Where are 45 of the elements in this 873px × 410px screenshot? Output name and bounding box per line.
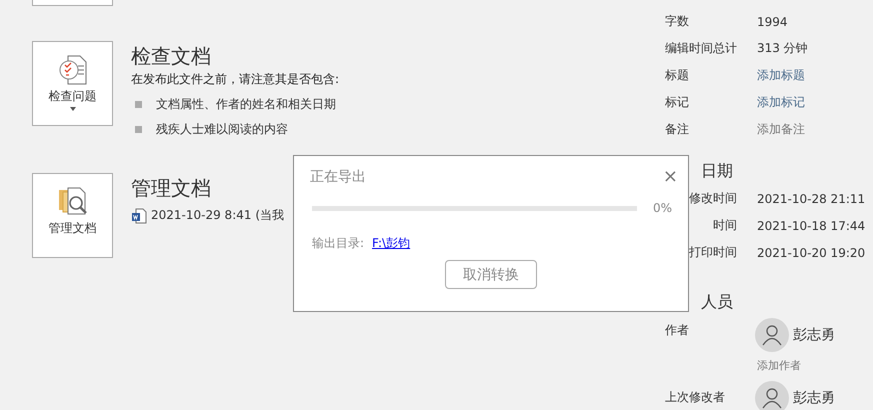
property-label: 备注 bbox=[665, 121, 689, 138]
property-label: 修改时间 bbox=[689, 190, 738, 207]
dialog-title: 正在导出 bbox=[310, 168, 366, 186]
checklist-icon bbox=[58, 54, 88, 86]
property-label: 上次修改者 bbox=[665, 389, 725, 406]
inspect-button[interactable]: 检查问题 bbox=[32, 41, 113, 126]
caret-icon bbox=[68, 106, 76, 112]
property-label: 编辑时间总计 bbox=[665, 40, 737, 57]
cancel-button[interactable]: 取消转换 bbox=[445, 260, 537, 289]
date-value: 2021-10-18 17:44 bbox=[757, 218, 866, 232]
section-heading: 日期 bbox=[701, 161, 733, 182]
bullet-icon bbox=[135, 101, 142, 108]
date-value: 2021-10-20 19:20 bbox=[757, 246, 866, 260]
date-value: 2021-10-28 21:11 bbox=[757, 192, 866, 206]
property-value: 1994 bbox=[757, 14, 789, 28]
property-value[interactable]: 添加标题 bbox=[757, 67, 873, 84]
bullet-text: 文档属性、作者的姓名和相关日期 bbox=[156, 96, 336, 113]
person-name: 彭志勇 bbox=[793, 326, 835, 344]
manage-button[interactable]: 管理文档 bbox=[32, 173, 113, 258]
avatar-icon bbox=[755, 318, 789, 352]
avatar-icon bbox=[755, 381, 789, 410]
version-text: 2021-10-29 8:41 (当我 bbox=[151, 207, 284, 224]
property-value[interactable]: 添加备注 bbox=[757, 121, 873, 138]
property-label: 标题 bbox=[665, 67, 689, 84]
word-document-icon bbox=[131, 208, 147, 224]
bullet-text: 残疾人士难以阅读的内容 bbox=[156, 121, 288, 138]
property-label: 标记 bbox=[665, 94, 689, 111]
option-button[interactable] bbox=[32, 0, 113, 6]
add-author-link[interactable]: 添加作者 bbox=[757, 358, 873, 373]
property-value[interactable]: 添加标记 bbox=[757, 94, 873, 111]
bullet-icon bbox=[135, 126, 142, 133]
output-path-link[interactable]: F:\彭钧 bbox=[372, 235, 410, 252]
section-heading: 人员 bbox=[701, 292, 733, 313]
description: 在发布此文件之前，请注意其是否包含: bbox=[131, 71, 340, 88]
property-value: 313 分钟 bbox=[757, 40, 809, 57]
section-title: 检查文档 bbox=[131, 43, 212, 69]
progress-percent: 0% bbox=[652, 201, 672, 215]
close-button[interactable]: × bbox=[662, 166, 678, 187]
property-label: 作者 bbox=[665, 322, 689, 339]
section-title: 管理文档 bbox=[131, 175, 212, 201]
person-name: 彭志勇 bbox=[793, 389, 835, 407]
output-label: 输出目录: bbox=[312, 235, 364, 252]
property-label: 打印时间 bbox=[689, 244, 738, 261]
property-label: 时间 bbox=[713, 217, 738, 234]
property-label: 字数 bbox=[665, 13, 689, 30]
